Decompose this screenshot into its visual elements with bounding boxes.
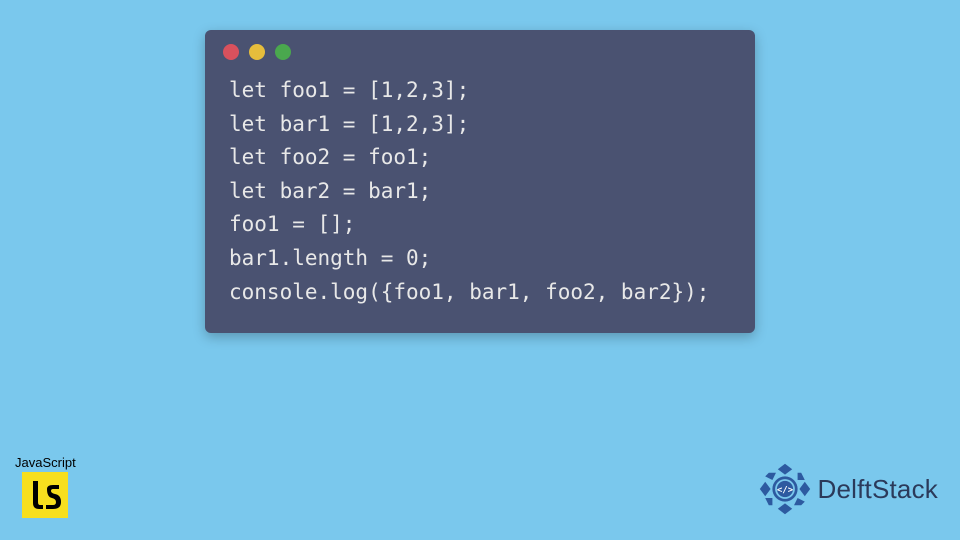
delftstack-icon: </> — [758, 462, 812, 516]
close-dot-icon — [223, 44, 239, 60]
code-window: let foo1 = [1,2,3]; let bar1 = [1,2,3]; … — [205, 30, 755, 333]
code-block: let foo1 = [1,2,3]; let bar1 = [1,2,3]; … — [205, 70, 755, 315]
maximize-dot-icon — [275, 44, 291, 60]
brand-logo: </> DelftStack — [758, 462, 939, 516]
minimize-dot-icon — [249, 44, 265, 60]
brand-name: DelftStack — [818, 474, 939, 505]
javascript-label: JavaScript — [15, 455, 76, 470]
javascript-badge: JavaScript — [15, 455, 76, 518]
svg-text:</>: </> — [776, 486, 793, 496]
window-traffic-lights — [205, 30, 755, 70]
javascript-logo-icon — [22, 472, 68, 518]
